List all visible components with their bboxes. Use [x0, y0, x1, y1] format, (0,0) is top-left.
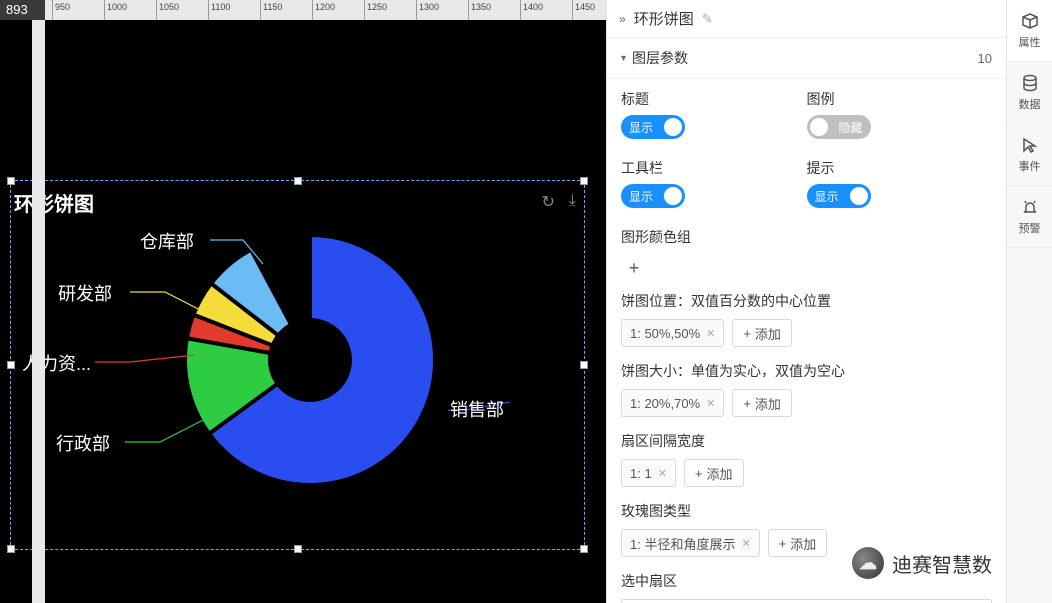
title-toggle-label: 标题 [621, 89, 807, 109]
size-label: 饼图大小：单值为实心，双值为空心 [621, 361, 992, 381]
handle-tl[interactable] [7, 177, 15, 185]
handle-tc[interactable] [294, 177, 302, 185]
toolbar-toggle-label: 工具栏 [621, 158, 807, 178]
handle-bc[interactable] [294, 545, 302, 553]
tab-data[interactable]: 数据 [1007, 62, 1052, 124]
tab-event[interactable]: 事件 [1007, 124, 1052, 186]
size-add-button[interactable]: +添加 [732, 389, 792, 417]
legend-toggle-label: 图例 [807, 89, 993, 109]
legend-toggle[interactable]: 隐藏 [807, 115, 871, 139]
close-icon[interactable]: ✕ [658, 467, 667, 480]
edit-icon[interactable]: ✎ [702, 11, 713, 27]
canvas-stage[interactable]: 环形饼图 ↻ ⤓ 销售部 [0, 20, 606, 603]
position-chip[interactable]: 1: 50%,50%✕ [621, 319, 724, 347]
rose-add-button[interactable]: +添加 [768, 529, 828, 557]
position-label: 饼图位置：双值百分数的中心位置 [621, 291, 992, 311]
group-label: 图层参数 [632, 48, 978, 68]
rose-label: 玫瑰图类型 [621, 501, 992, 521]
add-color-button[interactable]: + [621, 255, 647, 281]
sidebar-tabs: 属性 数据 事件 预警 [1006, 0, 1052, 603]
handle-ml[interactable] [7, 361, 15, 369]
tooltip-toggle-label: 提示 [807, 158, 993, 178]
handle-mr[interactable] [580, 361, 588, 369]
rose-chip[interactable]: 1: 半径和角度展示✕ [621, 529, 760, 557]
gap-label: 扇区间隔宽度 [621, 431, 992, 451]
alert-icon [1021, 198, 1039, 216]
ruler-horizontal: 9501000105011001150120012501300135014001… [45, 0, 606, 20]
title-toggle[interactable]: 显示 [621, 115, 685, 139]
selected-sector-select[interactable]: 请选择 [621, 599, 992, 603]
coord-readout: 893 [6, 2, 28, 17]
tooltip-toggle[interactable]: 显示 [807, 184, 871, 208]
canvas-area[interactable]: 893 950100010501100115012001250130013501… [0, 0, 606, 603]
cursor-icon [1021, 136, 1039, 154]
tab-alert[interactable]: 预警 [1007, 186, 1052, 248]
caret-down-icon: ▾ [621, 53, 626, 64]
collapse-icon[interactable]: » [619, 12, 626, 26]
group-count: 10 [978, 51, 992, 66]
position-add-button[interactable]: +添加 [732, 319, 792, 347]
gap-chip[interactable]: 1: 1✕ [621, 459, 676, 487]
selection-box[interactable] [10, 180, 585, 550]
handle-br[interactable] [580, 545, 588, 553]
database-icon [1021, 74, 1039, 92]
handle-bl[interactable] [7, 545, 15, 553]
close-icon[interactable]: ✕ [706, 327, 715, 340]
panel-header: » 环形饼图 ✎ [607, 0, 1006, 38]
ruler-vertical [32, 20, 45, 603]
panel-title: 环形饼图 [634, 8, 694, 29]
property-panel: » 环形饼图 ✎ ▾ 图层参数 10 标题 显示 图例 隐藏 工具栏 [606, 0, 1006, 603]
size-chip[interactable]: 1: 20%,70%✕ [621, 389, 724, 417]
wechat-logo-icon: ☁ [852, 547, 884, 579]
color-group-label: 图形颜色组 [621, 227, 992, 247]
watermark-text: 迪赛智慧数 [892, 549, 992, 578]
handle-tr[interactable] [580, 177, 588, 185]
toolbar-toggle[interactable]: 显示 [621, 184, 685, 208]
group-header[interactable]: ▾ 图层参数 10 [607, 38, 1006, 79]
close-icon[interactable]: ✕ [741, 537, 750, 550]
tab-properties[interactable]: 属性 [1007, 0, 1052, 62]
watermark: ☁ 迪赛智慧数 [852, 547, 992, 579]
cube-icon [1021, 12, 1039, 30]
gap-add-button[interactable]: +添加 [684, 459, 744, 487]
close-icon[interactable]: ✕ [706, 397, 715, 410]
